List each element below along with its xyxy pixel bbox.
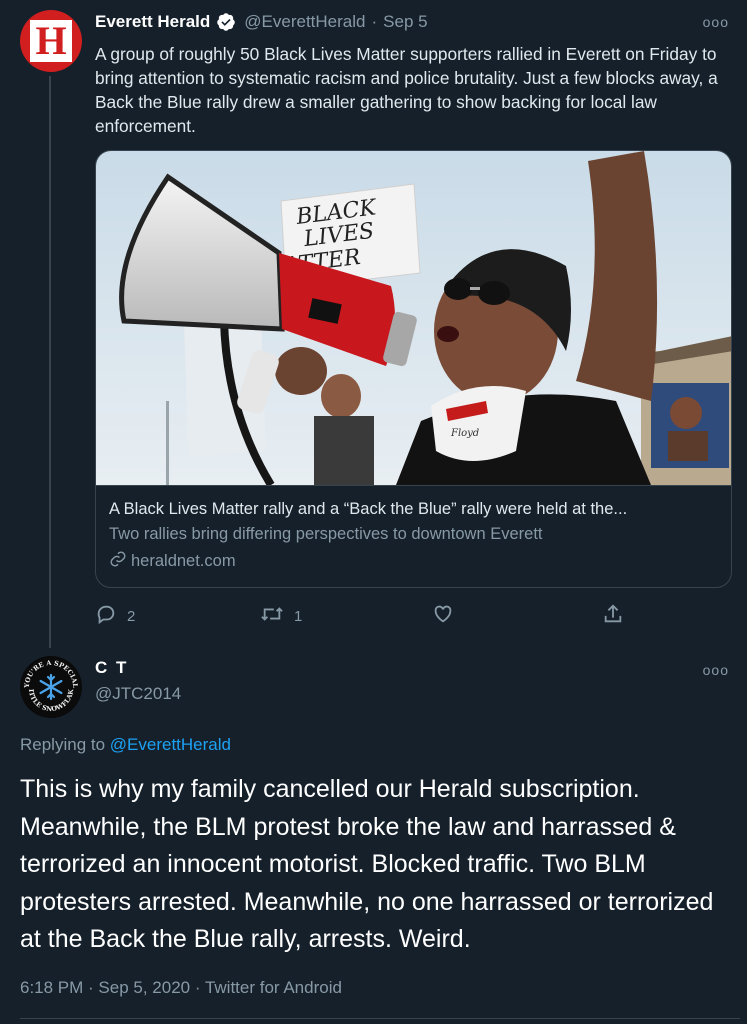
- thread-line: [49, 76, 51, 648]
- card-domain[interactable]: heraldnet.com: [109, 550, 718, 573]
- retweet-button[interactable]: 1: [260, 603, 302, 629]
- tweet-meta: 6:18 PMSep 5, 2020Twitter for Android: [20, 978, 342, 998]
- like-button[interactable]: [432, 603, 464, 629]
- tweet-date[interactable]: Sep 5: [383, 12, 427, 32]
- author-name[interactable]: Everett Herald: [95, 12, 210, 32]
- more-options-icon[interactable]: ooo: [703, 662, 729, 678]
- retweet-count: 1: [294, 607, 303, 625]
- separator-dot: ·: [371, 12, 378, 31]
- tweet-full-date[interactable]: Sep 5, 2020: [83, 978, 190, 997]
- bandana-text: Floyd: [450, 428, 479, 439]
- avatar[interactable]: YOU'RE A SPECIAL LITTLE SNOWFLAKE: [20, 656, 82, 718]
- card-domain-text: heraldnet.com: [131, 552, 236, 570]
- reply-button[interactable]: 2: [95, 603, 135, 629]
- tweet-text: A group of roughly 50 Black Lives Matter…: [95, 44, 718, 136]
- replying-prefix: Replying to: [20, 735, 106, 754]
- author-name[interactable]: C T: [95, 658, 128, 678]
- avatar-letter: H: [35, 18, 67, 63]
- card-body[interactable]: A Black Lives Matter rally and a “Back t…: [96, 485, 731, 587]
- tweet-time[interactable]: 6:18 PM: [20, 978, 83, 997]
- replying-to: Replying to @EverettHerald: [20, 735, 231, 755]
- author-handle[interactable]: @JTC2014: [95, 684, 181, 704]
- tweet-actions: 2 1: [95, 603, 635, 629]
- link-card[interactable]: BLACK LIVES MATTER: [95, 150, 732, 588]
- tweet-header: Everett Herald @EverettHerald · Sep 5: [95, 12, 428, 32]
- share-button[interactable]: [602, 603, 634, 629]
- author-handle[interactable]: @EverettHerald: [244, 12, 365, 32]
- tweet[interactable]: H Everett Herald @EverettHerald · Sep 5 …: [0, 0, 747, 648]
- share-icon: [602, 603, 634, 629]
- card-image: BLACK LIVES MATTER: [96, 151, 731, 485]
- reply-count: 2: [127, 607, 136, 625]
- verified-badge-icon: [216, 12, 236, 32]
- reply-text: This is why my family cancelled our Hera…: [20, 775, 714, 953]
- reply-icon: [95, 603, 127, 629]
- retweet-icon: [260, 603, 294, 629]
- card-description: Two rallies bring differing perspectives…: [109, 525, 543, 543]
- link-icon: [109, 550, 131, 573]
- more-options-icon[interactable]: ooo: [703, 14, 729, 30]
- heart-icon: [432, 603, 464, 629]
- divider: [20, 1018, 740, 1019]
- avatar[interactable]: H: [20, 10, 82, 72]
- card-title[interactable]: A Black Lives Matter rally and a “Back t…: [109, 500, 718, 519]
- tweet-client[interactable]: Twitter for Android: [190, 978, 342, 997]
- replying-to-link[interactable]: @EverettHerald: [110, 735, 231, 754]
- reply-tweet: YOU'RE A SPECIAL LITTLE SNOWFLAKE C T @J…: [0, 648, 747, 1024]
